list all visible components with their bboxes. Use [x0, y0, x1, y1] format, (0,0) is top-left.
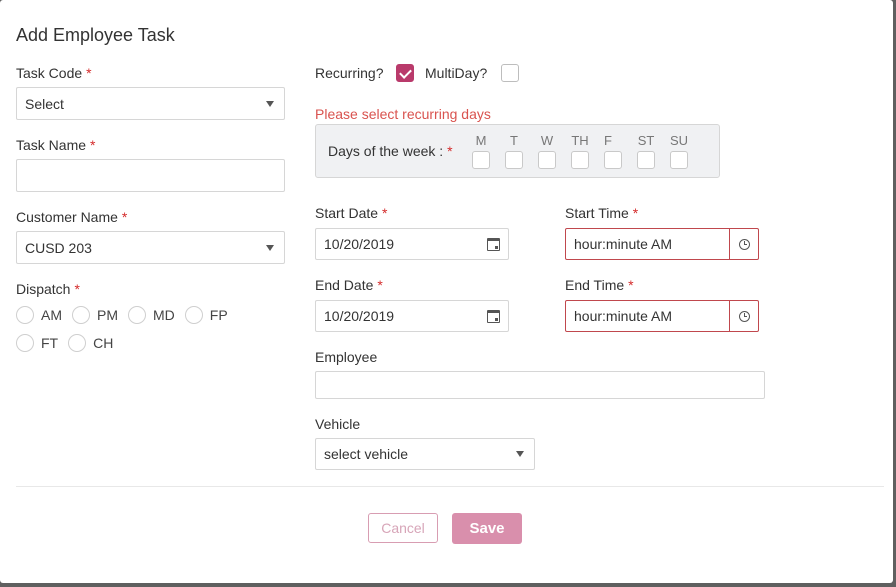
day-checkbox-m[interactable]: [472, 151, 490, 169]
end-time-picker-button[interactable]: [729, 301, 758, 331]
day-checkbox-th[interactable]: [571, 151, 589, 169]
task-code-label: Task Code *: [16, 65, 92, 81]
dispatch-radio-ft[interactable]: [16, 334, 34, 352]
chevron-down-icon: [516, 451, 524, 457]
dispatch-radio-pm[interactable]: [72, 306, 90, 324]
end-date-label: End Date *: [315, 277, 383, 293]
day-checkbox-st[interactable]: [637, 151, 655, 169]
start-date-label: Start Date *: [315, 205, 388, 221]
end-time-label: End Time *: [565, 277, 634, 293]
day-wednesday: W: [538, 133, 556, 169]
day-thursday: TH: [571, 133, 589, 169]
days-of-week-label: Days of the week : *: [328, 143, 453, 159]
employee-label: Employee: [315, 349, 378, 365]
clock-icon: [738, 310, 750, 322]
clock-icon: [738, 238, 750, 250]
dispatch-label: Dispatch *: [16, 281, 80, 297]
day-checkbox-f[interactable]: [604, 151, 622, 169]
dispatch-radio-row-2: FT CH: [16, 334, 123, 352]
end-time-input[interactable]: hour:minute AM: [565, 300, 759, 332]
chevron-down-icon: [266, 244, 274, 251]
cancel-button[interactable]: Cancel: [368, 513, 438, 543]
day-saturday: ST: [637, 133, 655, 169]
save-button[interactable]: Save: [452, 513, 522, 544]
dialog-title: Add Employee Task: [16, 25, 175, 45]
dispatch-radio-ch[interactable]: [68, 334, 87, 352]
day-checkbox-su[interactable]: [670, 151, 688, 169]
dispatch-radio-fp[interactable]: [184, 306, 203, 324]
task-name-input[interactable]: [16, 159, 285, 192]
dispatch-radio-am[interactable]: [16, 306, 34, 324]
recurring-label: Recurring?: [315, 65, 384, 81]
customer-name-label: Customer Name *: [16, 209, 128, 225]
day-sunday: SU: [670, 133, 688, 169]
recurring-checkbox[interactable]: [396, 64, 414, 82]
vehicle-label: Vehicle: [315, 416, 361, 432]
dispatch-radio-md[interactable]: [128, 306, 146, 324]
start-date-input[interactable]: 10/20/2019: [315, 228, 509, 260]
footer-divider: [16, 486, 884, 487]
start-time-picker-button[interactable]: [729, 229, 758, 259]
day-monday: M: [472, 133, 490, 169]
multiday-checkbox[interactable]: [501, 64, 519, 82]
day-checkbox-t[interactable]: [505, 151, 523, 169]
task-name-label: Task Name *: [16, 137, 96, 153]
customer-name-select[interactable]: CUSD 203: [16, 231, 285, 264]
vehicle-select[interactable]: select vehicle: [315, 438, 535, 470]
day-tuesday: T: [505, 133, 523, 169]
task-code-select[interactable]: Select: [16, 87, 285, 120]
end-date-input[interactable]: 10/20/2019: [315, 300, 509, 332]
recurring-days-error: Please select recurring days: [315, 106, 491, 122]
start-time-label: Start Time *: [565, 205, 639, 221]
calendar-icon[interactable]: [487, 237, 500, 251]
multiday-label: MultiDay?: [425, 65, 488, 81]
day-friday: F: [604, 133, 622, 169]
chevron-down-icon: [266, 100, 274, 107]
day-checkbox-w[interactable]: [538, 151, 556, 169]
dispatch-radio-row-1: AM PM MD FP: [16, 306, 238, 324]
employee-input[interactable]: [315, 371, 765, 399]
calendar-icon[interactable]: [487, 309, 500, 323]
days-of-week-panel: Days of the week : * M T W TH F ST SU: [315, 124, 720, 178]
start-time-input[interactable]: hour:minute AM: [565, 228, 759, 260]
add-employee-task-dialog: Add Employee Task Task Code * Select Task…: [0, 0, 893, 583]
